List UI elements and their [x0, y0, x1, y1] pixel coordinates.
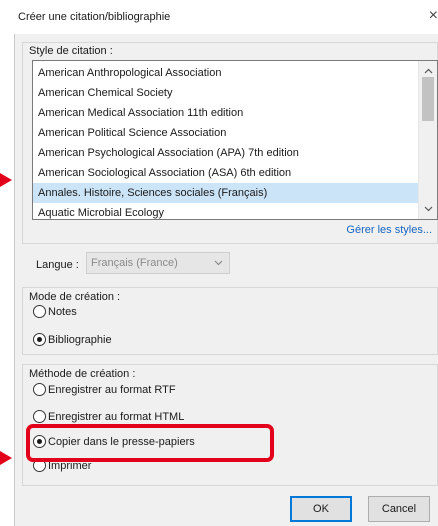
radio-button[interactable]: [33, 383, 46, 396]
close-icon[interactable]: ×: [420, 6, 438, 28]
dialog-title: Créer une citation/bibliographie: [18, 11, 171, 23]
title-bar: Créer une citation/bibliographie ×: [14, 0, 438, 34]
cancel-button[interactable]: Cancel: [368, 496, 430, 522]
list-item[interactable]: Aquatic Microbial Ecology: [33, 203, 418, 219]
manage-styles-link[interactable]: Gérer les styles...: [346, 224, 432, 236]
list-item[interactable]: American Sociological Association (ASA) …: [33, 163, 418, 183]
radio-label: Enregistrer au format RTF: [48, 383, 176, 396]
radio-button[interactable]: [33, 410, 46, 423]
creation-mode-label: Mode de création :: [29, 291, 121, 303]
annotation-arrow-icon: [0, 173, 12, 187]
radio-button[interactable]: [33, 305, 46, 318]
radio-button-checked[interactable]: [33, 333, 46, 346]
annotation-highlight-box: [26, 424, 274, 462]
radio-notes[interactable]: Notes: [33, 305, 77, 321]
radio-rtf[interactable]: Enregistrer au format RTF: [33, 383, 176, 399]
ok-button[interactable]: OK: [290, 496, 352, 522]
radio-bibliographie[interactable]: Bibliographie: [33, 333, 112, 349]
list-scrollbar[interactable]: [418, 61, 437, 219]
radio-label: Bibliographie: [48, 333, 112, 346]
scroll-thumb[interactable]: [422, 77, 434, 121]
language-select: Français (France): [86, 252, 230, 274]
annotation-arrow-icon: [0, 451, 12, 465]
chevron-down-icon: [214, 253, 223, 280]
list-item[interactable]: American Political Science Association: [33, 123, 418, 143]
list-item[interactable]: American Anthropological Association: [33, 63, 418, 83]
creation-method-label: Méthode de création :: [29, 368, 136, 380]
language-label: Langue :: [36, 259, 79, 271]
citation-style-list[interactable]: American Anthropological Association Ame…: [32, 60, 438, 220]
chevron-down-icon[interactable]: [419, 201, 437, 217]
radio-label: Enregistrer au format HTML: [48, 410, 185, 423]
list-item[interactable]: American Chemical Society: [33, 83, 418, 103]
language-value: Français (France): [91, 257, 178, 269]
list-item[interactable]: American Medical Association 11th editio…: [33, 103, 418, 123]
list-item-selected[interactable]: Annales. Histoire, Sciences sociales (Fr…: [33, 183, 418, 203]
list-item[interactable]: American Psychological Association (APA)…: [33, 143, 418, 163]
radio-label: Notes: [48, 305, 77, 318]
citation-style-label: Style de citation :: [29, 45, 113, 57]
